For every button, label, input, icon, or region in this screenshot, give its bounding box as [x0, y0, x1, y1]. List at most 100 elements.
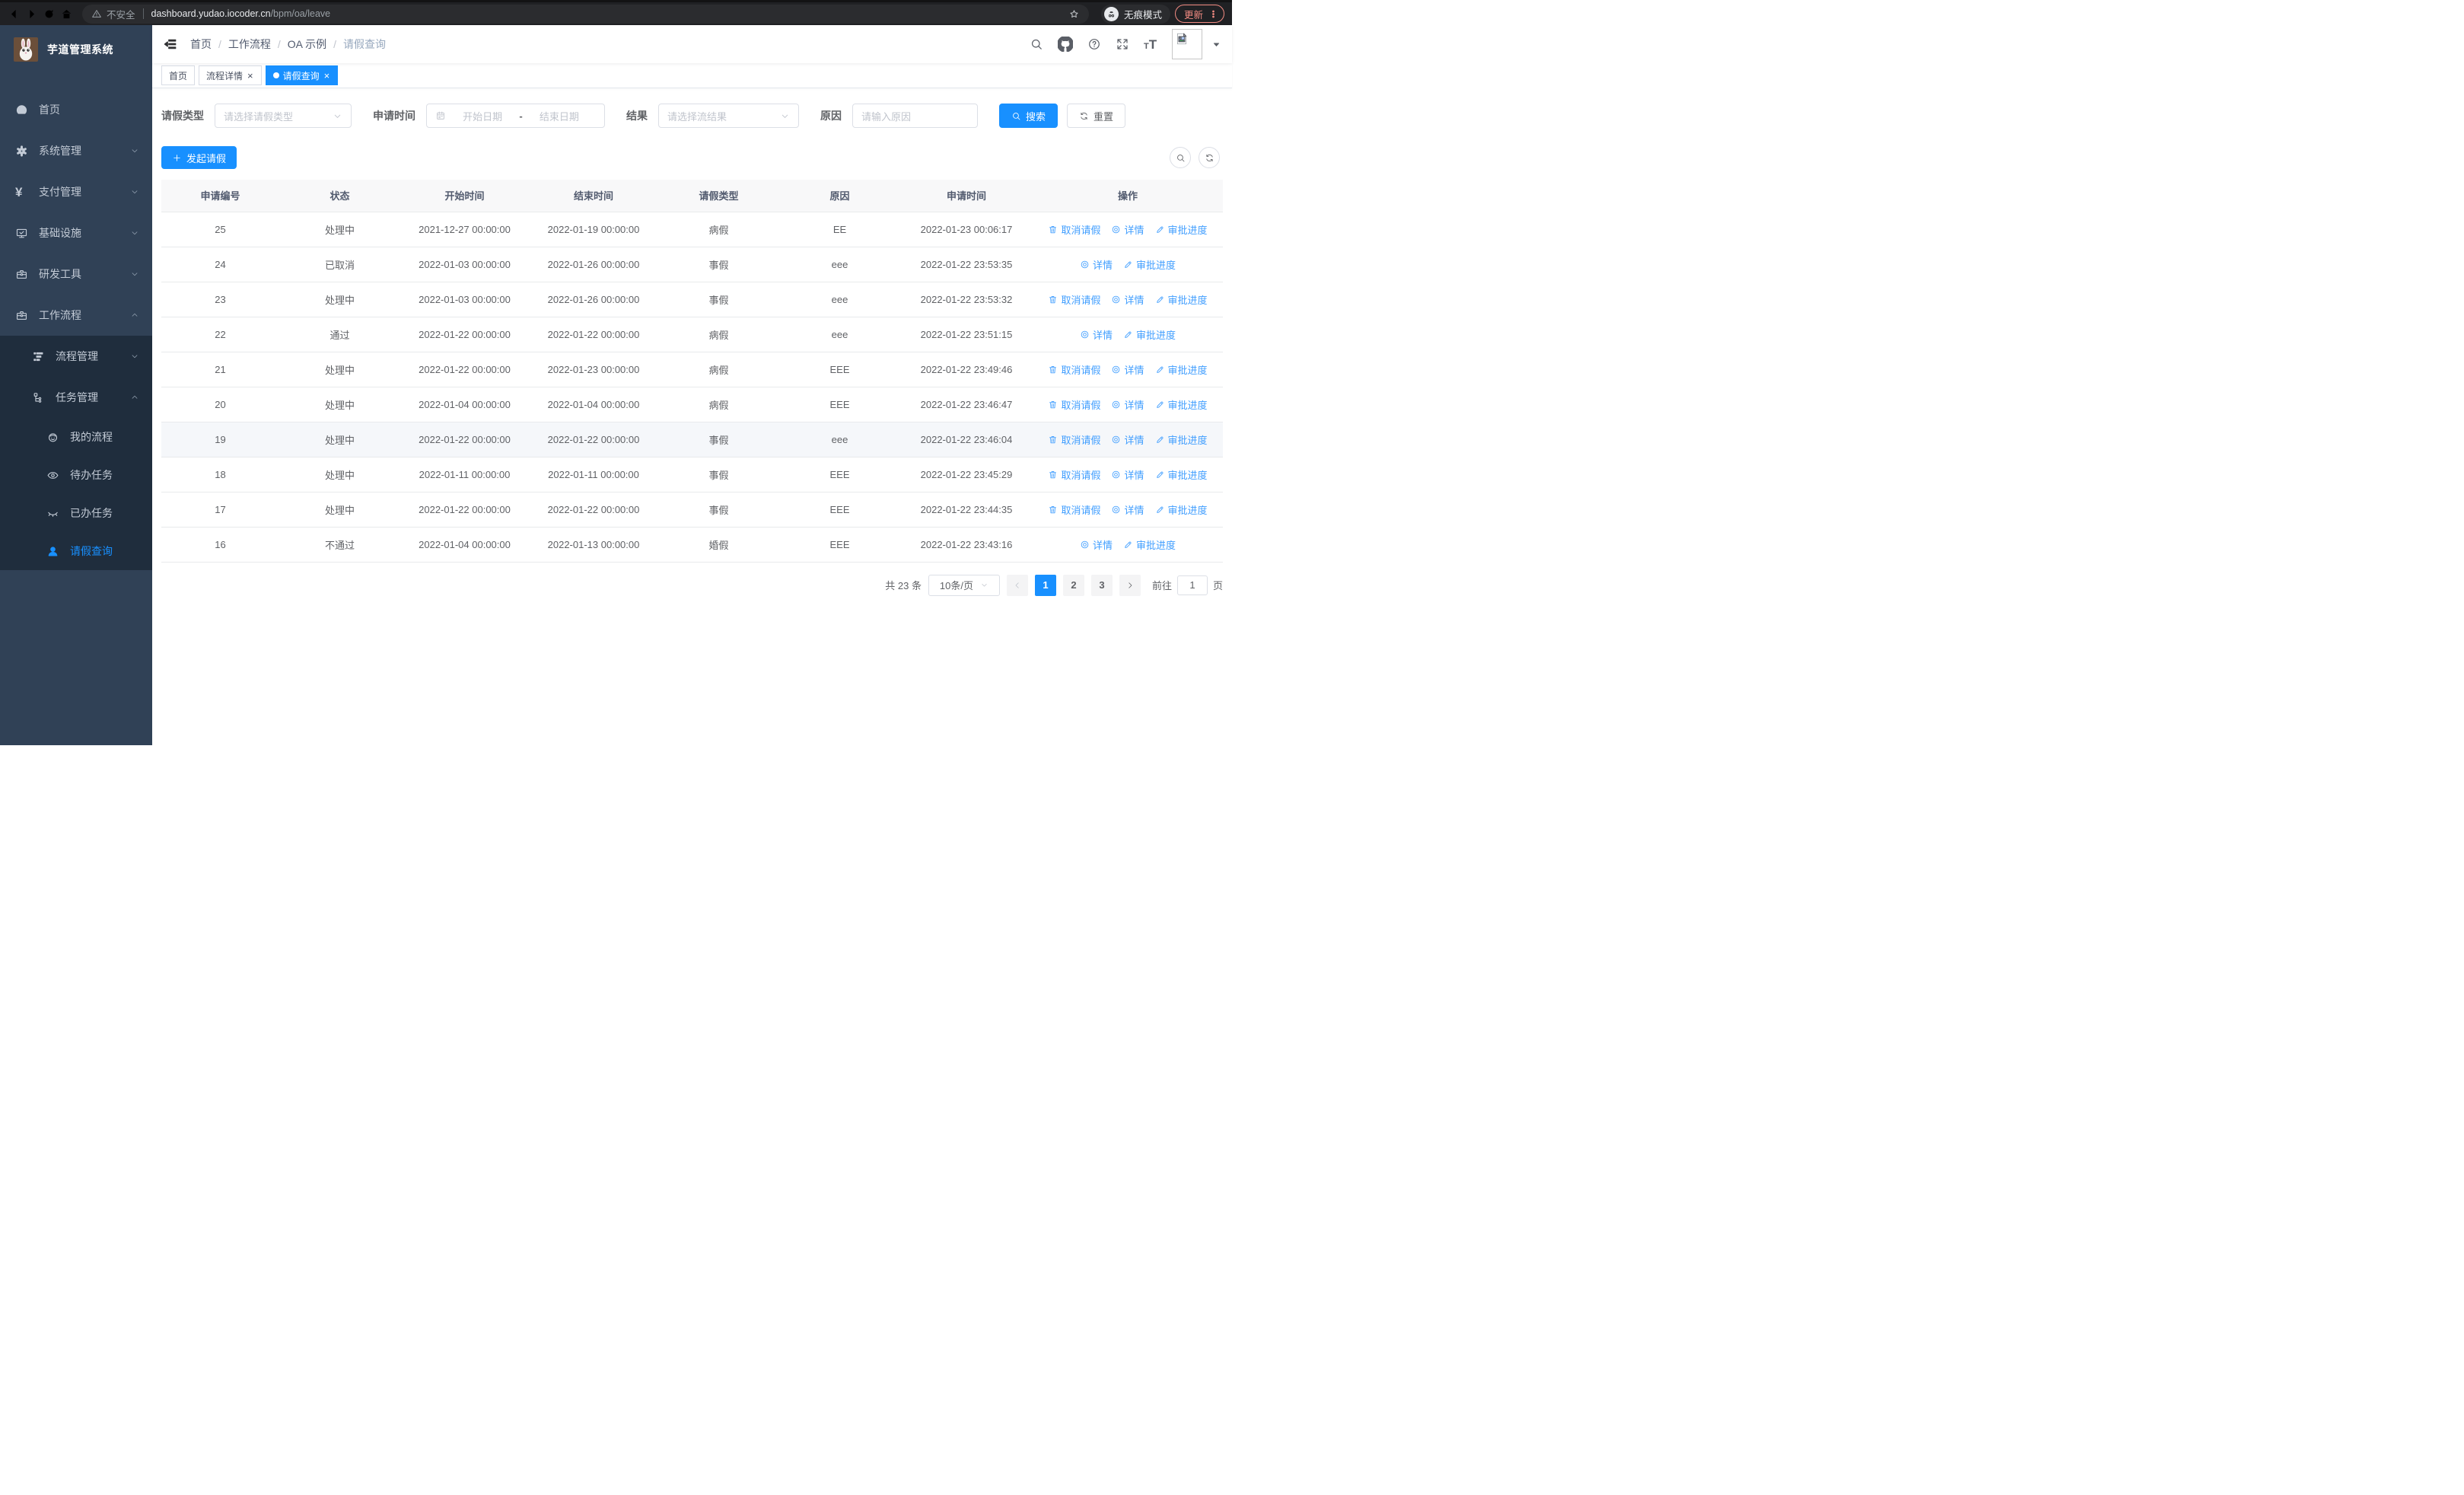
- sidebar-item-task-management[interactable]: 任务管理: [0, 377, 152, 418]
- progress-link[interactable]: 审批进度: [1123, 327, 1176, 342]
- create-leave-button[interactable]: 发起请假: [161, 146, 237, 169]
- breadcrumb-item[interactable]: OA 示例: [288, 37, 326, 52]
- progress-link[interactable]: 审批进度: [1155, 467, 1208, 482]
- view-icon: [1111, 435, 1121, 445]
- cell-type: 婚假: [658, 527, 779, 563]
- tab-leave-query[interactable]: 请假查询 ×: [265, 65, 339, 85]
- incognito-badge: 无痕模式: [1100, 4, 1170, 24]
- sidebar-item-leave-query[interactable]: 请假查询: [0, 532, 152, 570]
- reload-icon[interactable]: [43, 8, 56, 21]
- bookmark-star-icon[interactable]: [1068, 8, 1080, 20]
- progress-link[interactable]: 审批进度: [1123, 537, 1176, 552]
- home-icon[interactable]: [60, 8, 73, 21]
- page-1-button[interactable]: 1: [1034, 574, 1056, 596]
- pen-icon: [1155, 505, 1165, 515]
- cell-type: 事假: [658, 457, 779, 492]
- cancel-link[interactable]: 取消请假: [1048, 222, 1100, 237]
- detail-link[interactable]: 详情: [1111, 292, 1144, 307]
- detail-link[interactable]: 详情: [1080, 257, 1113, 272]
- detail-link[interactable]: 详情: [1111, 222, 1144, 237]
- detail-link[interactable]: 详情: [1111, 397, 1144, 412]
- leave-type-select[interactable]: 请选择请假类型: [215, 104, 352, 128]
- prev-page-button[interactable]: [1006, 574, 1028, 596]
- sidebar-item-dev-tools[interactable]: 研发工具: [0, 253, 152, 295]
- page-size-select[interactable]: 10条/页: [928, 574, 1000, 596]
- sidebar-item-label: 待办任务: [70, 469, 113, 481]
- detail-link[interactable]: 详情: [1111, 362, 1144, 377]
- cell-start: 2022-01-22 00:00:00: [400, 352, 529, 387]
- next-page-button[interactable]: [1119, 574, 1141, 596]
- close-icon[interactable]: ×: [247, 71, 254, 81]
- close-icon[interactable]: ×: [323, 71, 331, 81]
- cell-start: 2022-01-11 00:00:00: [400, 457, 529, 492]
- sidebar-item-infrastructure[interactable]: 基础设施: [0, 212, 152, 253]
- cell-id: 17: [161, 492, 279, 528]
- tab-home[interactable]: 首页: [161, 65, 196, 85]
- browser-menu-icon[interactable]: [1208, 9, 1218, 19]
- toggle-search-button[interactable]: [1170, 147, 1191, 168]
- url-bar[interactable]: 不安全 dashboard.yudao.iocoder.cn/bpm/oa/le…: [82, 4, 1089, 24]
- progress-link[interactable]: 审批进度: [1155, 292, 1208, 307]
- page-3-button[interactable]: 3: [1090, 574, 1113, 596]
- cancel-link[interactable]: 取消请假: [1048, 397, 1100, 412]
- detail-link[interactable]: 详情: [1080, 327, 1113, 342]
- search-icon[interactable]: [1030, 37, 1043, 51]
- update-button[interactable]: 更新: [1174, 5, 1224, 23]
- page-2-button[interactable]: 2: [1062, 574, 1084, 596]
- cancel-link[interactable]: 取消请假: [1048, 502, 1100, 517]
- cell-type: 病假: [658, 352, 779, 387]
- fullscreen-icon[interactable]: [1116, 37, 1129, 51]
- help-icon[interactable]: [1087, 37, 1101, 51]
- goto-page-input[interactable]: [1176, 575, 1208, 595]
- sidebar-item-label: 首页: [39, 104, 60, 116]
- progress-link[interactable]: 审批进度: [1155, 397, 1208, 412]
- sidebar-item-todo-tasks[interactable]: 待办任务: [0, 456, 152, 494]
- detail-link[interactable]: 详情: [1080, 537, 1113, 552]
- result-select[interactable]: 请选择流结果: [658, 104, 799, 128]
- refresh-table-button[interactable]: [1199, 147, 1220, 168]
- sidebar-item-my-processes[interactable]: 我的流程: [0, 418, 152, 456]
- sidebar-menu: 首页 系统管理 ¥ 支付管理 基础设施 研发工具 工作流程 流程管理 任务管理 我…: [0, 74, 152, 570]
- sidebar-item-done-tasks[interactable]: 已办任务: [0, 494, 152, 532]
- filter-apply-time: 申请时间 开始日期 - 结束日期: [373, 104, 605, 128]
- search-button[interactable]: 搜索: [999, 104, 1059, 128]
- pen-icon: [1155, 400, 1165, 410]
- not-secure-warning-icon[interactable]: [91, 8, 102, 19]
- view-icon: [1080, 540, 1090, 550]
- cancel-link[interactable]: 取消请假: [1048, 292, 1100, 307]
- cancel-link[interactable]: 取消请假: [1048, 362, 1100, 377]
- arrow-left-icon: [1013, 581, 1022, 590]
- detail-link[interactable]: 详情: [1111, 467, 1144, 482]
- fold-menu-icon[interactable]: [164, 37, 177, 51]
- breadcrumb-item[interactable]: 首页: [190, 37, 212, 52]
- cell-applied: 2022-01-22 23:53:35: [900, 247, 1033, 282]
- cell-reason: eee: [779, 282, 900, 317]
- sidebar-item-process-management[interactable]: 流程管理: [0, 336, 152, 377]
- reset-button[interactable]: 重置: [1067, 104, 1126, 128]
- progress-link[interactable]: 审批进度: [1155, 362, 1208, 377]
- github-icon[interactable]: [1058, 37, 1073, 52]
- sidebar-item-payment-management[interactable]: ¥ 支付管理: [0, 171, 152, 212]
- back-icon[interactable]: [8, 8, 21, 21]
- sidebar-item-home[interactable]: 首页: [0, 89, 152, 130]
- reason-input[interactable]: 请输入原因: [852, 104, 978, 128]
- progress-link[interactable]: 审批进度: [1123, 257, 1176, 272]
- font-size-icon[interactable]: TT: [1144, 37, 1157, 51]
- cell-start: 2022-01-03 00:00:00: [400, 247, 529, 282]
- detail-link[interactable]: 详情: [1111, 432, 1144, 447]
- progress-link[interactable]: 审批进度: [1155, 222, 1208, 237]
- progress-link[interactable]: 审批进度: [1155, 502, 1208, 517]
- cancel-link[interactable]: 取消请假: [1048, 432, 1100, 447]
- progress-link[interactable]: 审批进度: [1155, 432, 1208, 447]
- cancel-link[interactable]: 取消请假: [1048, 467, 1100, 482]
- caret-down-icon[interactable]: [1212, 40, 1221, 49]
- apply-time-daterange[interactable]: 开始日期 - 结束日期: [426, 104, 605, 128]
- breadcrumb-item[interactable]: 工作流程: [228, 37, 271, 52]
- sidebar-item-workflow[interactable]: 工作流程: [0, 295, 152, 336]
- user-avatar[interactable]: [1172, 29, 1202, 59]
- detail-link[interactable]: 详情: [1111, 502, 1144, 517]
- sidebar-item-system-management[interactable]: 系统管理: [0, 130, 152, 171]
- sidebar-logo-row[interactable]: 芋道管理系统: [0, 25, 152, 74]
- tab-process-detail[interactable]: 流程详情 ×: [199, 65, 262, 85]
- forward-icon[interactable]: [25, 8, 38, 21]
